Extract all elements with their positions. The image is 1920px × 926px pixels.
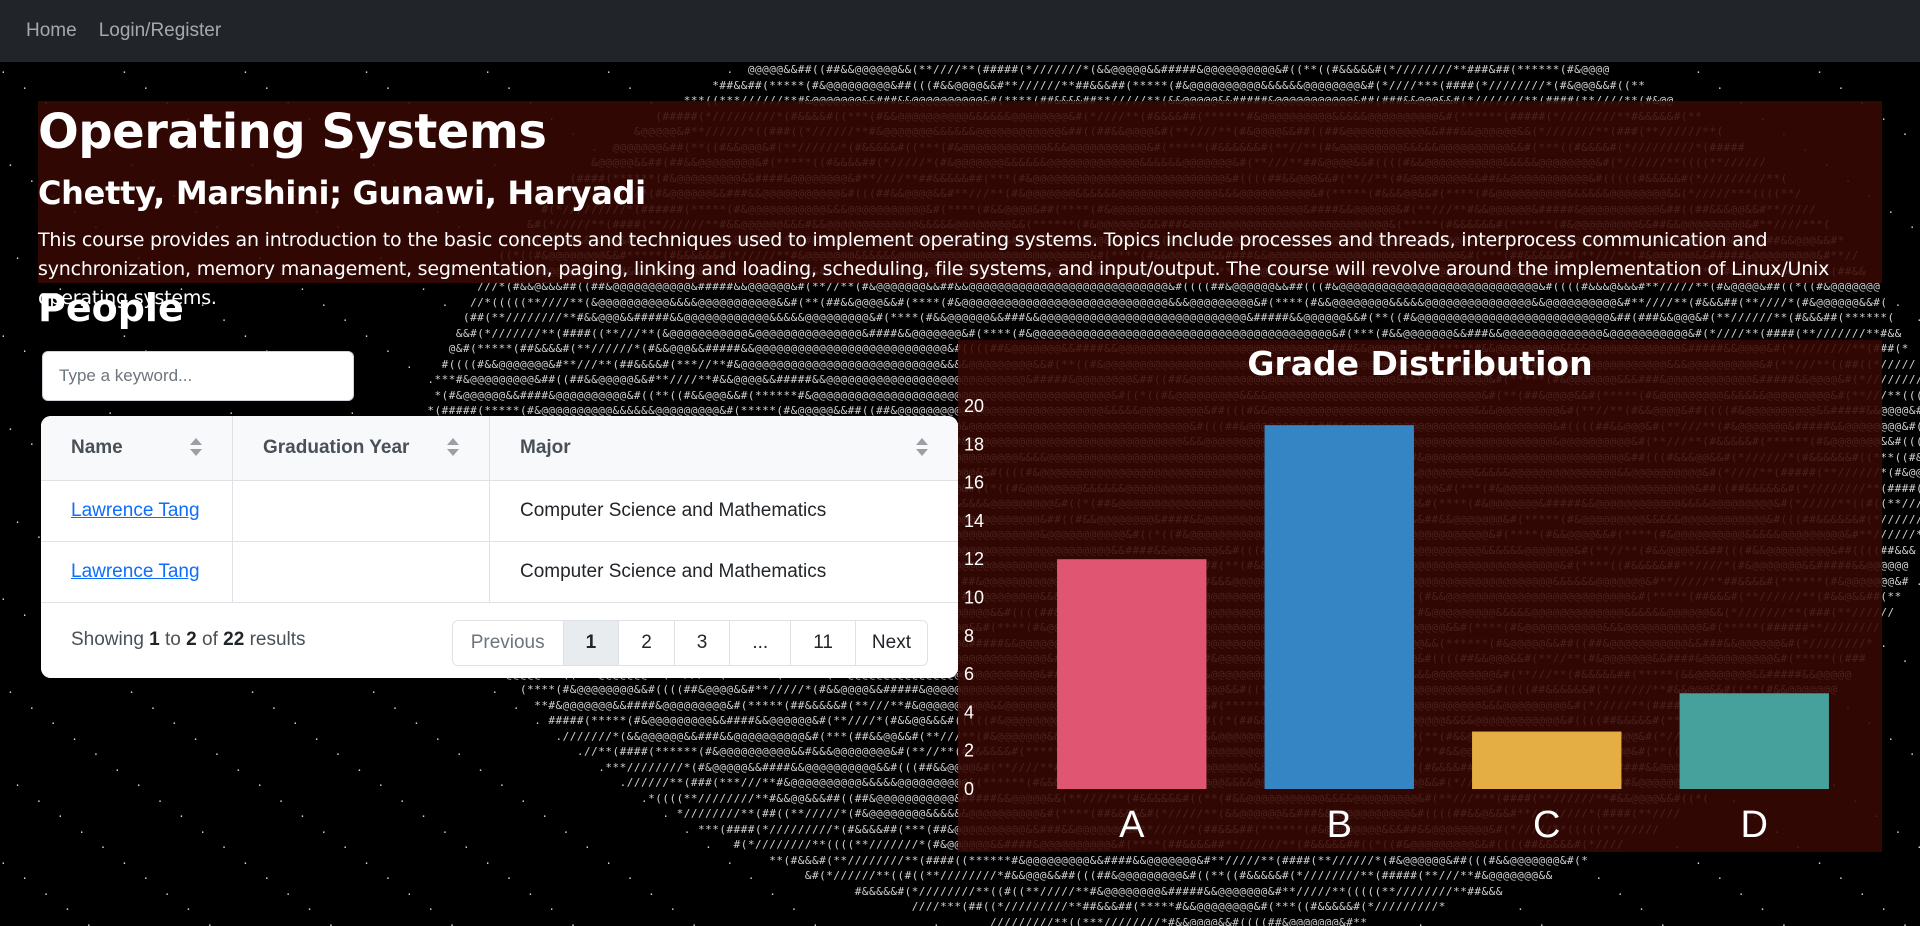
nav-home-link[interactable]: Home (26, 20, 77, 42)
x-tick-label: A (1119, 804, 1145, 846)
bar-d[interactable] (1679, 693, 1829, 789)
course-description: This course provides an introduction to … (38, 229, 1830, 309)
pagination-page-11[interactable]: 11 (791, 621, 856, 665)
y-tick-label: 20 (964, 396, 984, 416)
table-row: Lawrence Tang Computer Science and Mathe… (41, 480, 958, 542)
cell-name: Lawrence Tang (41, 480, 233, 542)
cell-graduation-year (232, 541, 490, 603)
navbar: Home Login/Register (0, 0, 1920, 62)
y-tick-label: 0 (964, 779, 974, 799)
table-footer: Showing 1 to 2 of 22 results Previous 1 … (41, 602, 958, 678)
pagination-page-3[interactable]: 3 (674, 621, 731, 665)
column-header-label: Name (71, 437, 123, 458)
column-header-graduation-year[interactable]: Graduation Year (232, 416, 490, 481)
course-instructors: Chetty, Marshini; Gunawi, Haryadi (38, 174, 646, 212)
y-tick-label: 6 (964, 664, 974, 684)
summary-total: 22 (223, 629, 245, 650)
pagination-page-1[interactable]: 1 (563, 621, 620, 665)
pagination: Previous 1 2 3 ... 11 Next (451, 620, 928, 666)
y-tick-label: 2 (964, 741, 974, 761)
person-link[interactable]: Lawrence Tang (71, 561, 200, 582)
pagination-page-2[interactable]: 2 (619, 621, 675, 665)
summary-text: of (202, 629, 218, 650)
people-table-card: Name Graduation Year Major Lawrence Tang… (41, 416, 958, 678)
sort-icon[interactable] (916, 438, 928, 458)
y-tick-label: 12 (964, 549, 984, 569)
column-header-name[interactable]: Name (41, 416, 233, 481)
summary-text: results (249, 629, 306, 650)
people-heading: People (38, 286, 184, 330)
bar-c[interactable] (1472, 731, 1622, 789)
y-tick-label: 8 (964, 626, 974, 646)
summary-text: Showing (71, 629, 144, 650)
y-tick-label: 14 (964, 511, 984, 531)
x-tick-label: C (1533, 804, 1560, 846)
summary-to: 2 (186, 629, 197, 650)
x-tick-label: B (1327, 804, 1352, 846)
y-tick-label: 4 (964, 702, 974, 722)
pagination-next-button[interactable]: Next (855, 621, 927, 665)
x-tick-label: D (1741, 804, 1768, 846)
y-tick-label: 10 (964, 588, 984, 608)
column-header-label: Graduation Year (263, 437, 410, 458)
sort-icon[interactable] (447, 438, 459, 458)
bar-b[interactable] (1264, 425, 1414, 789)
table-header-row: Name Graduation Year Major (41, 416, 958, 481)
pagination-previous-button[interactable]: Previous (452, 621, 564, 665)
cell-graduation-year (232, 480, 490, 542)
people-table: Name Graduation Year Major Lawrence Tang… (41, 416, 958, 603)
cell-name: Lawrence Tang (41, 541, 233, 603)
results-summary: Showing 1 to 2 of 22 results (71, 629, 306, 651)
pagination-ellipsis: ... (730, 621, 792, 665)
y-tick-label: 16 (964, 473, 984, 493)
chart-title: Grade Distribution (1247, 344, 1592, 383)
grade-distribution-chart: Grade Distribution 0 2 4 6 8 10 12 14 16 18 20 A B C D (964, 344, 1829, 846)
course-title: Operating Systems (38, 104, 547, 160)
cell-major: Computer Science and Mathematics (489, 480, 958, 542)
cell-major: Computer Science and Mathematics (489, 541, 958, 603)
sort-icon[interactable] (190, 438, 202, 458)
person-link[interactable]: Lawrence Tang (71, 500, 200, 521)
nav-login-register-link[interactable]: Login/Register (99, 20, 222, 42)
summary-text: to (165, 629, 181, 650)
summary-from: 1 (149, 629, 160, 650)
people-search-input[interactable] (42, 351, 354, 401)
y-tick-label: 18 (964, 434, 984, 454)
column-header-major[interactable]: Major (489, 416, 958, 481)
table-row: Lawrence Tang Computer Science and Mathe… (41, 541, 958, 603)
column-header-label: Major (520, 437, 571, 458)
bar-a[interactable] (1057, 559, 1207, 789)
